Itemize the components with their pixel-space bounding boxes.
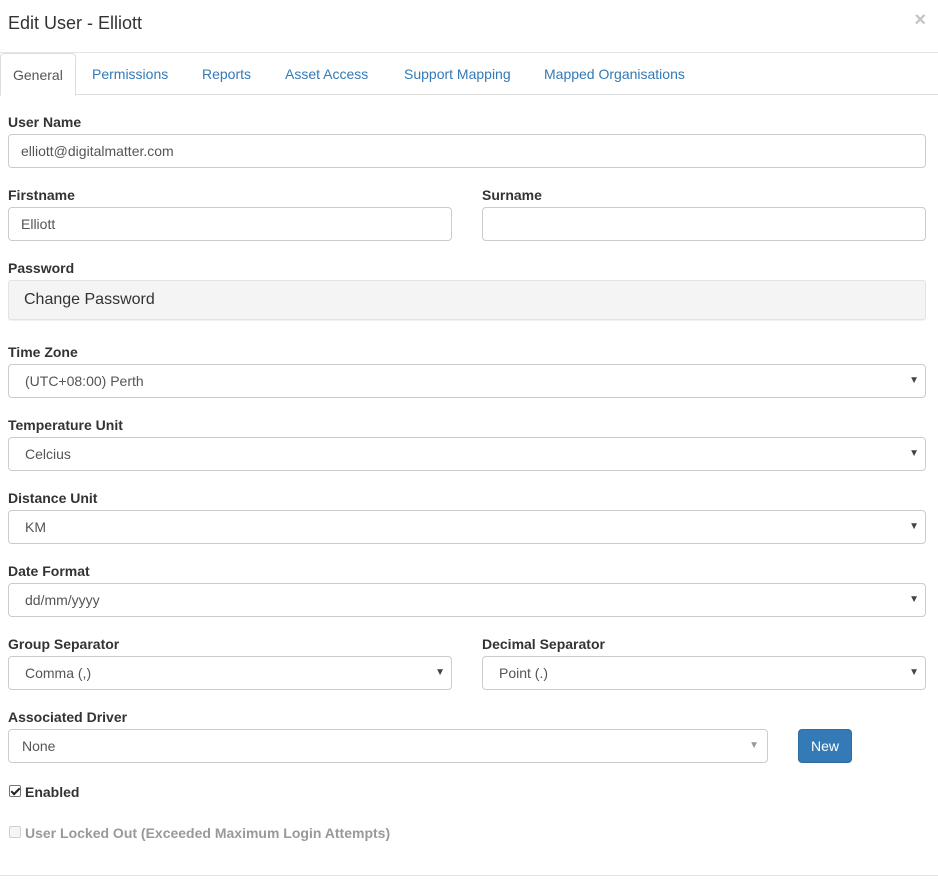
temperature-select[interactable]: Celcius ▼ xyxy=(8,437,926,471)
tab-bar: General Permissions Reports Asset Access… xyxy=(0,53,938,96)
decimal-separator-value: Point (.) xyxy=(499,665,549,681)
distance-label: Distance Unit xyxy=(8,490,98,506)
change-password-button[interactable]: Change Password xyxy=(8,280,926,320)
chevron-down-icon: ▼ xyxy=(435,667,445,678)
chevron-down-icon: ▼ xyxy=(909,448,919,459)
locked-out-checkbox[interactable] xyxy=(9,826,21,838)
locked-out-label: User Locked Out (Exceeded Maximum Login … xyxy=(25,825,391,841)
tab-reports[interactable]: Reports xyxy=(202,53,251,95)
modal-title: Edit User - Elliott xyxy=(8,13,143,33)
tab-general[interactable]: General xyxy=(0,53,76,96)
username-label: User Name xyxy=(8,114,82,130)
password-label: Password xyxy=(8,260,75,276)
surname-input[interactable] xyxy=(482,207,926,241)
decimal-separator-select[interactable]: Point (.) ▼ xyxy=(482,656,926,690)
tab-permissions[interactable]: Permissions xyxy=(92,53,168,95)
tab-mapped-organisations[interactable]: Mapped Organisations xyxy=(544,53,685,95)
tab-asset-access[interactable]: Asset Access xyxy=(285,53,368,95)
timezone-select[interactable]: (UTC+08:00) Perth ▼ xyxy=(8,364,926,398)
timezone-value: (UTC+08:00) Perth xyxy=(25,373,144,389)
driver-value: None xyxy=(22,738,56,754)
enabled-label: Enabled xyxy=(25,784,80,800)
modal-header: Edit User - Elliott × xyxy=(0,0,938,53)
chevron-down-icon: ▼ xyxy=(909,594,919,605)
close-icon[interactable]: × xyxy=(914,10,926,30)
enabled-checkbox[interactable] xyxy=(9,785,21,797)
temperature-label: Temperature Unit xyxy=(8,417,123,433)
distance-select[interactable]: KM ▼ xyxy=(8,510,926,544)
new-driver-button[interactable]: New xyxy=(798,729,852,763)
date-format-select[interactable]: dd/mm/yyyy ▼ xyxy=(8,583,926,617)
chevron-down-icon: ▼ xyxy=(749,740,759,751)
temperature-value: Celcius xyxy=(25,446,71,462)
group-separator-select[interactable]: Comma (,) ▼ xyxy=(8,656,452,690)
driver-label: Associated Driver xyxy=(8,709,128,725)
footer-divider xyxy=(0,875,938,876)
chevron-down-icon: ▼ xyxy=(909,521,919,532)
firstname-label: Firstname xyxy=(8,187,75,203)
driver-select[interactable]: None ▼ xyxy=(8,729,768,763)
chevron-down-icon: ▼ xyxy=(909,667,919,678)
distance-value: KM xyxy=(25,519,46,535)
firstname-input[interactable]: Elliott xyxy=(8,207,452,241)
date-format-label: Date Format xyxy=(8,563,90,579)
surname-label: Surname xyxy=(482,187,542,203)
decimal-separator-label: Decimal Separator xyxy=(482,636,605,652)
username-input[interactable]: elliott@digitalmatter.com xyxy=(8,134,926,168)
tab-support-mapping[interactable]: Support Mapping xyxy=(404,53,511,95)
group-separator-label: Group Separator xyxy=(8,636,120,652)
date-format-value: dd/mm/yyyy xyxy=(25,592,100,608)
timezone-label: Time Zone xyxy=(8,344,78,360)
group-separator-value: Comma (,) xyxy=(25,665,92,681)
chevron-down-icon: ▼ xyxy=(909,375,919,386)
